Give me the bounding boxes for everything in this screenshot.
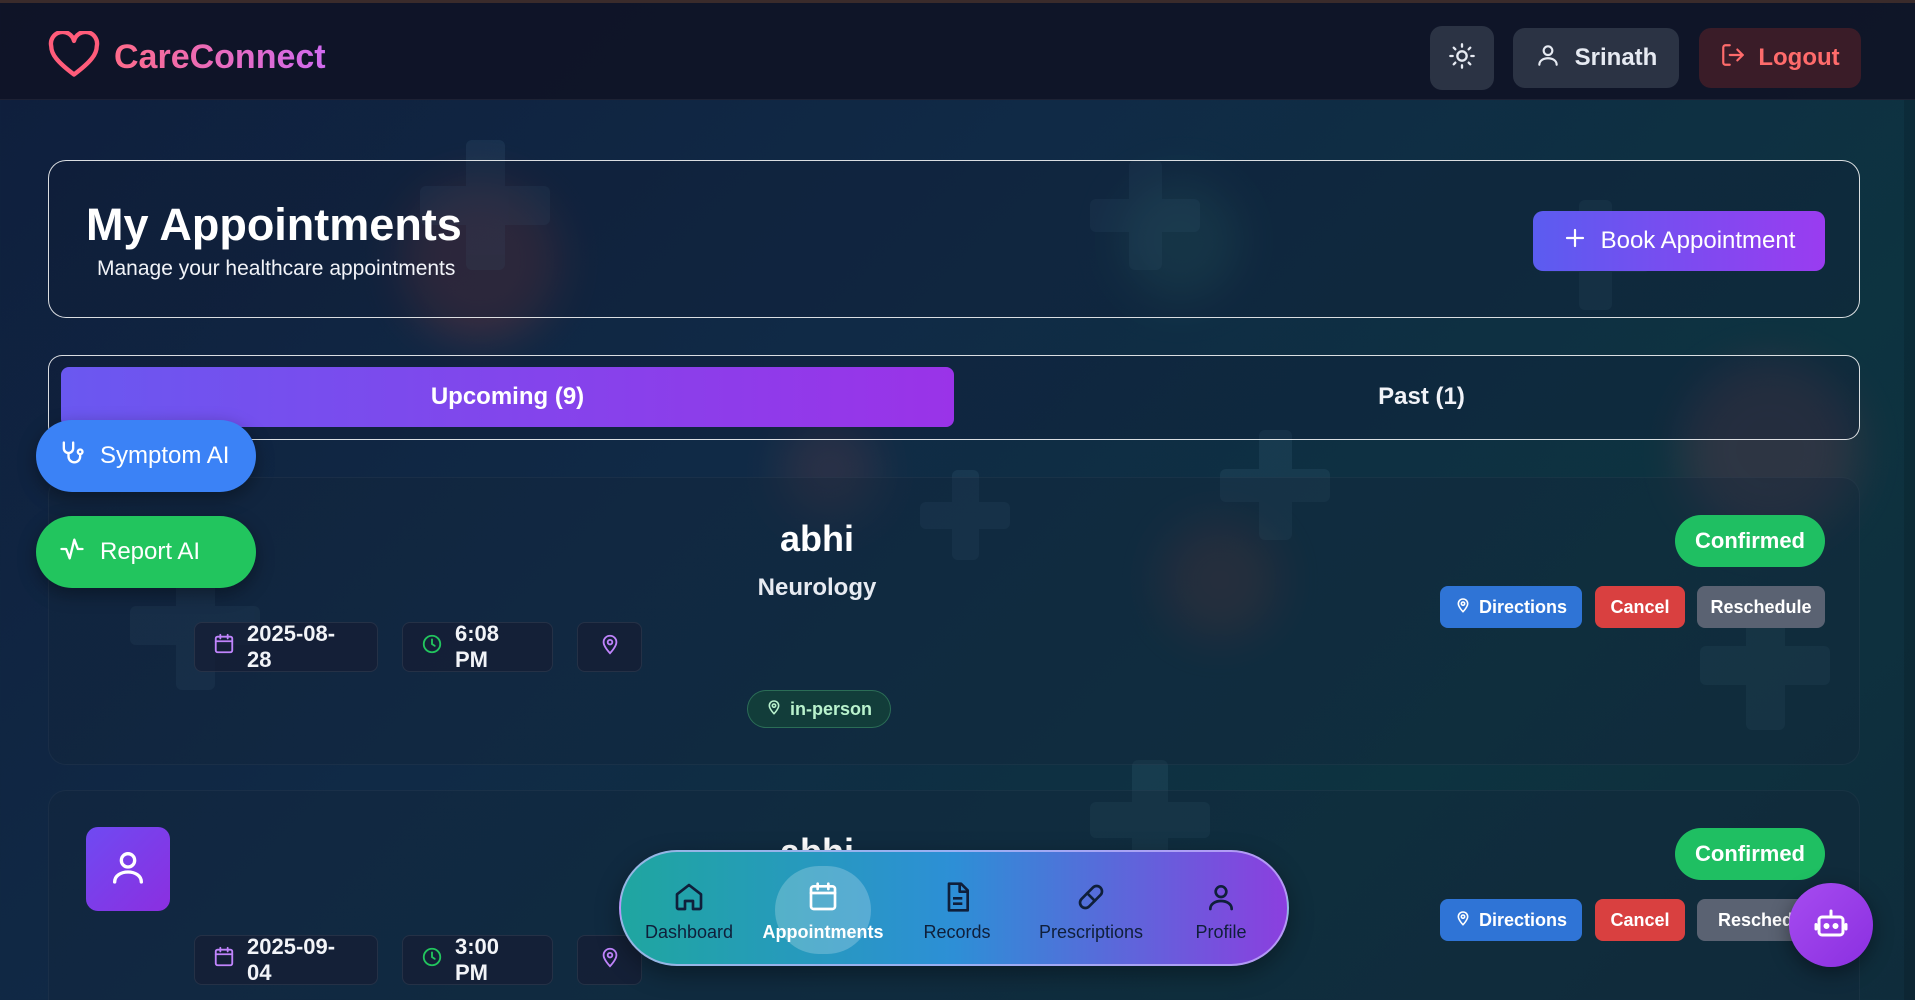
- document-icon: [940, 880, 974, 914]
- sun-icon: [1448, 42, 1476, 75]
- logout-label: Logout: [1758, 44, 1840, 71]
- nav-item-dashboard[interactable]: Dashboard: [629, 866, 749, 956]
- top-navbar: CareConnect Srinath Logout: [0, 0, 1915, 100]
- map-pin-icon: [766, 699, 782, 720]
- status-badge: Confirmed: [1675, 828, 1825, 880]
- stethoscope-icon: [58, 439, 86, 474]
- directions-button[interactable]: Directions: [1440, 899, 1582, 941]
- nav-label: Dashboard: [644, 921, 734, 942]
- plus-icon: [1563, 226, 1587, 257]
- brand-logo[interactable]: CareConnect: [48, 29, 326, 84]
- page-title: My Appointments: [86, 199, 462, 250]
- nav-item-appointments[interactable]: Appointments: [762, 866, 884, 956]
- doctor-specialty: Neurology: [757, 574, 877, 601]
- clock-icon: [421, 633, 443, 661]
- doctor-name: abhi: [779, 518, 854, 559]
- map-pin-icon: [1455, 597, 1471, 618]
- robot-icon: [1813, 905, 1849, 946]
- symptom-ai-button[interactable]: Symptom AI: [36, 420, 256, 492]
- cancel-button[interactable]: Cancel: [1595, 899, 1685, 941]
- nav-label: Records: [923, 921, 991, 942]
- appointment-time: 6:08 PM: [402, 621, 553, 672]
- report-ai-label: Report AI: [100, 538, 201, 565]
- appointment-time-value: 3:00 PM: [455, 934, 500, 985]
- appointment-time-value: 6:08 PM: [455, 621, 500, 672]
- appointment-mode-badge: in-person: [747, 690, 892, 728]
- tab-past[interactable]: Past (1): [994, 367, 1849, 427]
- directions-label: Directions: [1478, 596, 1568, 617]
- calendar-icon: [213, 946, 235, 974]
- user-profile-button[interactable]: Srinath: [1513, 28, 1679, 88]
- cancel-button[interactable]: Cancel: [1595, 586, 1685, 628]
- nav-label: Profile: [1195, 921, 1247, 942]
- appointments-header: My Appointments Manage your healthcare a…: [48, 160, 1860, 318]
- theme-toggle-button[interactable]: [1430, 26, 1494, 90]
- page-subtitle: Manage your healthcare appointments: [97, 257, 456, 280]
- symptom-ai-label: Symptom AI: [100, 442, 230, 469]
- nav-item-records[interactable]: Records: [897, 866, 1017, 956]
- map-pin-icon: [599, 946, 621, 974]
- nav-label: Appointments: [762, 921, 884, 942]
- appointment-tabs: Upcoming (9) Past (1): [48, 355, 1860, 440]
- appointment-location: [577, 622, 642, 672]
- clock-icon: [421, 946, 443, 974]
- report-ai-button[interactable]: Report AI: [36, 516, 256, 588]
- calendar-icon: [806, 880, 840, 914]
- directions-button[interactable]: Directions: [1440, 586, 1582, 628]
- appointment-mode: in-person: [790, 698, 873, 719]
- user-icon: [1204, 880, 1238, 914]
- tab-upcoming[interactable]: Upcoming (9): [61, 367, 954, 427]
- home-icon: [672, 880, 706, 914]
- page-scrollbar[interactable]: [1904, 100, 1915, 1000]
- status-badge: Confirmed: [1675, 515, 1825, 567]
- heart-icon: [48, 29, 100, 84]
- user-name: Srinath: [1574, 44, 1658, 71]
- nav-label: Prescriptions: [1038, 921, 1144, 942]
- directions-label: Directions: [1478, 909, 1568, 930]
- appointment-date-value: 2025-09-04: [247, 934, 336, 985]
- bottom-navigation: Dashboard Appointments Records Prescript…: [619, 850, 1289, 966]
- activity-icon: [58, 535, 86, 570]
- appointment-card: abhi Neurology 2025-08-28 6:08 PM in-per…: [48, 477, 1860, 765]
- user-icon: [1535, 42, 1561, 75]
- appointment-date-value: 2025-08-28: [247, 621, 336, 672]
- appointment-date: 2025-08-28: [194, 621, 378, 672]
- reschedule-button[interactable]: Reschedule: [1697, 586, 1825, 628]
- nav-item-profile[interactable]: Profile: [1161, 866, 1281, 956]
- book-appointment-button[interactable]: Book Appointment: [1533, 211, 1825, 271]
- calendar-icon: [213, 633, 235, 661]
- book-appointment-label: Book Appointment: [1600, 227, 1796, 254]
- appointment-time: 3:00 PM: [402, 934, 553, 985]
- appointment-date: 2025-09-04: [194, 934, 378, 985]
- brand-name: CareConnect: [114, 38, 326, 76]
- map-pin-icon: [599, 633, 621, 661]
- logout-icon: [1720, 42, 1746, 75]
- nav-item-prescriptions[interactable]: Prescriptions: [1031, 866, 1151, 956]
- chatbot-button[interactable]: [1789, 883, 1873, 967]
- map-pin-icon: [1455, 910, 1471, 931]
- logout-button[interactable]: Logout: [1699, 28, 1861, 88]
- pill-icon: [1074, 880, 1108, 914]
